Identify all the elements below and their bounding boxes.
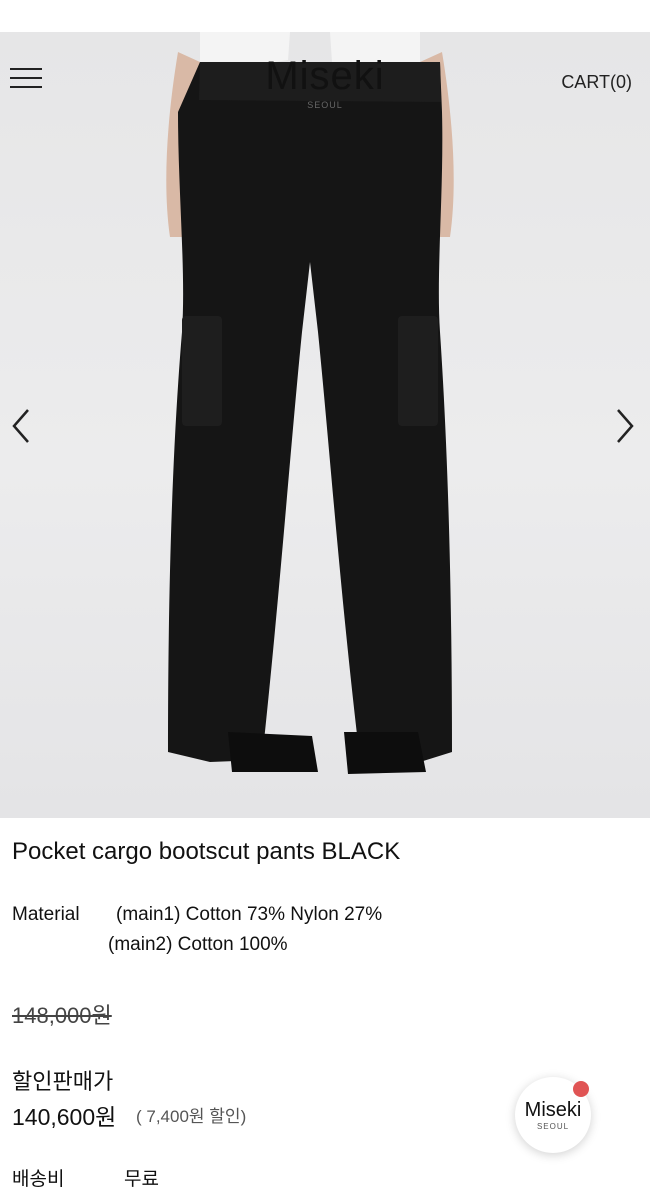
- sale-price-label: 할인판매가: [12, 1069, 114, 1094]
- menu-line: [10, 86, 42, 88]
- brand-logo[interactable]: Miseki SEOUL: [240, 54, 410, 110]
- status-area: [0, 0, 650, 32]
- logo-text: Miseki: [265, 54, 385, 98]
- chevron-right-icon[interactable]: [612, 406, 638, 446]
- shipping-value: 무료: [124, 1169, 159, 1190]
- badge-label: Miseki: [524, 1099, 582, 1121]
- original-price: 148,000원: [12, 1003, 112, 1028]
- discount-amount: ( 7,400원 할인): [136, 1107, 247, 1126]
- badge-sublabel: SEOUL: [536, 1122, 570, 1131]
- chevron-left-icon[interactable]: [8, 406, 34, 446]
- pants-photo: [166, 32, 454, 774]
- material-line-1: (main1) Cotton 73% Nylon 27%: [116, 904, 383, 925]
- material-line-2: (main2) Cotton 100%: [108, 934, 288, 955]
- material-label: Material: [12, 904, 80, 925]
- cart-link[interactable]: CART(0): [561, 72, 632, 93]
- floating-brand-button[interactable]: Miseki SEOUL: [515, 1077, 591, 1153]
- shipping-label: 배송비: [12, 1169, 65, 1190]
- notification-dot: [573, 1081, 589, 1097]
- product-title: Pocket cargo bootscut pants BLACK: [12, 838, 401, 865]
- sale-price: 140,600원: [12, 1104, 117, 1130]
- product-image: [0, 32, 650, 818]
- hamburger-menu-icon[interactable]: [10, 66, 44, 90]
- menu-line: [10, 77, 42, 79]
- logo-subtext: SEOUL: [307, 100, 343, 110]
- menu-line: [10, 68, 42, 70]
